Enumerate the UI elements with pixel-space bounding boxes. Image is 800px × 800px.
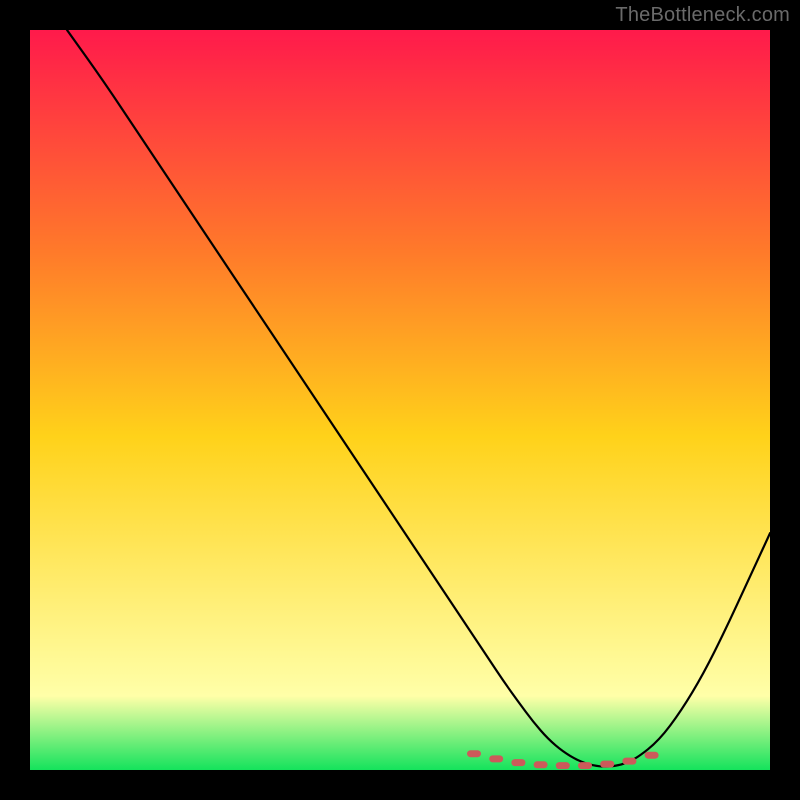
- marker-dot: [622, 758, 636, 765]
- marker-dot: [489, 755, 503, 762]
- marker-dot: [578, 762, 592, 769]
- plot-area: [30, 30, 770, 770]
- chart-frame: TheBottleneck.com: [0, 0, 800, 800]
- bottleneck-chart: [30, 30, 770, 770]
- marker-dot: [600, 761, 614, 768]
- marker-dot: [556, 762, 570, 769]
- watermark-text: TheBottleneck.com: [615, 4, 790, 27]
- marker-dot: [534, 761, 548, 768]
- marker-dot: [645, 752, 659, 759]
- marker-dot: [467, 750, 481, 757]
- gradient-background: [30, 30, 770, 770]
- marker-dot: [511, 759, 525, 766]
